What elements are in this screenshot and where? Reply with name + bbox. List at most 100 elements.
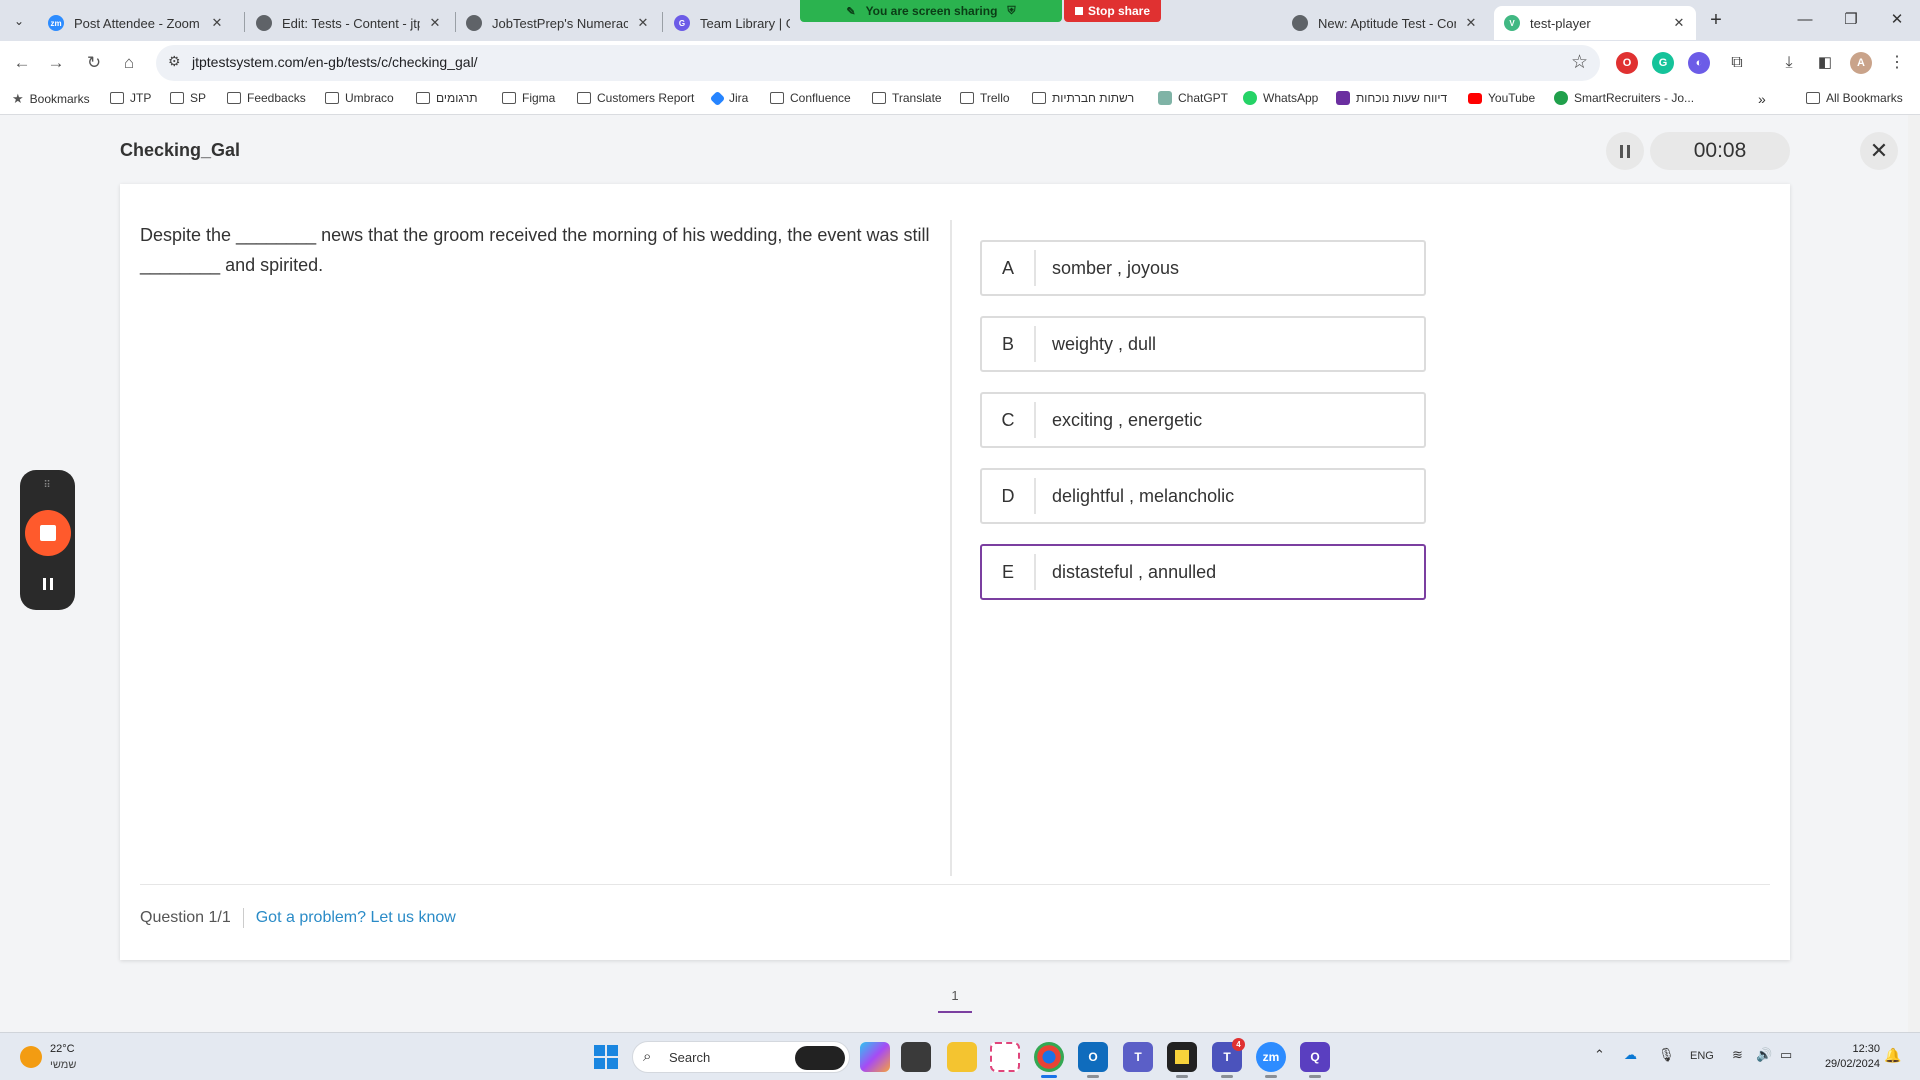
grammarly-icon[interactable]: G xyxy=(1652,52,1674,74)
answer-option-d[interactable]: D delightful , melancholic xyxy=(980,468,1426,524)
site-info-icon[interactable]: ⚙ xyxy=(168,53,181,70)
back-icon[interactable]: ← xyxy=(10,51,34,75)
youtube-icon xyxy=(1468,92,1482,104)
reload-icon[interactable]: ↻ xyxy=(82,51,106,75)
minimize-icon[interactable]: — xyxy=(1782,8,1828,32)
avatar[interactable]: A xyxy=(1850,52,1872,74)
bookmark-sp[interactable]: SP xyxy=(170,91,206,105)
close-tab-icon[interactable]: ✕ xyxy=(1672,15,1686,31)
chevron-up-icon[interactable]: ⌃ xyxy=(1594,1047,1605,1063)
bookmark-whatsapp[interactable]: WhatsApp xyxy=(1243,91,1318,105)
extension-purple-icon[interactable]: ◐ xyxy=(1688,52,1710,74)
weather-sun-icon[interactable] xyxy=(20,1046,42,1068)
answer-option-c[interactable]: C exciting , energetic xyxy=(980,392,1426,448)
bookmark-attendance[interactable]: דיווח שעות נוכחות xyxy=(1336,91,1447,105)
bookmark-jira[interactable]: Jira xyxy=(709,90,748,106)
tab-numeracy[interactable]: JobTestPrep's Numeracy F ✕ xyxy=(456,6,660,40)
chrome-icon[interactable] xyxy=(1034,1042,1064,1078)
tab-aptitude[interactable]: New: Aptitude Test - Cont ✕ xyxy=(1282,6,1488,40)
bookmark-all-bookmarks[interactable]: All Bookmarks xyxy=(1806,91,1903,105)
windows-start-icon[interactable] xyxy=(594,1045,618,1069)
task-view-icon[interactable] xyxy=(901,1042,931,1072)
close-test-button[interactable]: ✕ xyxy=(1860,132,1898,170)
bookmark-translations[interactable]: תרגומים xyxy=(416,91,478,105)
globe-icon xyxy=(466,15,482,31)
copilot-icon[interactable] xyxy=(860,1042,890,1072)
bookmark-umbraco[interactable]: Umbraco xyxy=(325,91,394,105)
teams-new-icon[interactable]: T4 xyxy=(1212,1038,1245,1078)
taskbar-search[interactable]: ⌕ Search xyxy=(632,1041,850,1073)
forward-icon[interactable]: → xyxy=(44,51,68,75)
more-menu-icon[interactable]: ⋮ xyxy=(1886,52,1908,74)
clock[interactable]: 12:30 29/02/2024 xyxy=(1808,1042,1880,1072)
bookmark-label: SmartRecruiters - Jo... xyxy=(1574,91,1695,105)
tab-search-button[interactable]: ⌄ xyxy=(8,10,30,32)
bookmark-trello[interactable]: Trello xyxy=(960,91,1010,105)
stop-share-button[interactable]: Stop share xyxy=(1064,0,1161,22)
answer-option-e[interactable]: E distasteful , annulled xyxy=(980,544,1426,600)
bookmark-label: רשתות חברתיות xyxy=(1052,91,1135,105)
report-problem-link[interactable]: Got a problem? Let us know xyxy=(256,909,456,927)
url-text[interactable]: jtptestsystem.com/en-gb/tests/c/checking… xyxy=(192,54,478,70)
tab-test-player[interactable]: V test-player ✕ xyxy=(1494,6,1696,40)
new-tab-button[interactable]: + xyxy=(1704,10,1728,30)
window-close-icon[interactable]: ✕ xyxy=(1874,8,1920,32)
onedrive-icon[interactable]: ☁ xyxy=(1624,1047,1637,1063)
bookmark-customers-report[interactable]: Customers Report xyxy=(577,91,694,105)
footer-divider xyxy=(140,884,1770,885)
bookmark-confluence[interactable]: Confluence xyxy=(770,91,851,105)
star-icon: ★ xyxy=(12,91,24,106)
answer-option-a[interactable]: A somber , joyous xyxy=(980,240,1426,296)
opera-icon[interactable]: O xyxy=(1616,52,1638,74)
pause-button[interactable] xyxy=(1606,132,1644,170)
bookmark-youtube[interactable]: YouTube xyxy=(1468,91,1535,105)
zoom-icon[interactable]: zm xyxy=(1256,1042,1286,1078)
weather-description[interactable]: שמשי xyxy=(50,1059,76,1071)
weather-temperature[interactable]: 22°C xyxy=(50,1043,75,1055)
bookmark-smartrecruiters[interactable]: SmartRecruiters - Jo... xyxy=(1554,91,1694,105)
page-indicator[interactable]: 1 xyxy=(938,988,972,1003)
outlook-icon[interactable]: O xyxy=(1078,1042,1108,1078)
tab-edit-tests[interactable]: Edit: Tests - Content - jtp ✕ xyxy=(246,6,452,40)
close-tab-icon[interactable]: ✕ xyxy=(636,15,650,31)
close-tab-icon[interactable]: ✕ xyxy=(210,15,224,31)
tab-title: JobTestPrep's Numeracy F xyxy=(492,15,628,31)
bookmark-label: Figma xyxy=(522,91,556,105)
stop-recording-button[interactable] xyxy=(25,510,71,556)
address-bar[interactable]: ⚙ jtptestsystem.com/en-gb/tests/c/checki… xyxy=(156,45,1600,81)
answer-option-b[interactable]: B weighty , dull xyxy=(980,316,1426,372)
screen-recorder-icon[interactable]: Q xyxy=(1300,1042,1330,1078)
wifi-icon[interactable]: ≋ xyxy=(1732,1047,1743,1063)
restore-icon[interactable]: ❐ xyxy=(1828,8,1874,32)
bookmark-social-networks[interactable]: רשתות חברתיות xyxy=(1032,91,1134,105)
bookmark-chatgpt[interactable]: ChatGPT xyxy=(1158,91,1228,105)
home-icon[interactable]: ⌂ xyxy=(117,51,141,75)
notification-bell-icon[interactable]: 🔔 xyxy=(1884,1047,1901,1064)
bookmark-bookmarks[interactable]: ★ Bookmarks xyxy=(12,91,90,107)
file-explorer-icon[interactable] xyxy=(947,1042,977,1072)
extensions-icon[interactable]: ⧉ xyxy=(1726,52,1748,74)
bookmark-star-icon[interactable]: ☆ xyxy=(1571,51,1588,74)
jira-icon xyxy=(709,90,726,106)
volume-icon[interactable]: 🔊 xyxy=(1756,1047,1772,1063)
close-tab-icon[interactable]: ✕ xyxy=(1464,15,1478,31)
close-tab-icon[interactable]: ✕ xyxy=(428,15,442,31)
teams-icon[interactable]: T xyxy=(1123,1042,1153,1072)
more-bookmarks-icon[interactable]: » xyxy=(1758,91,1766,107)
tab-glitter[interactable]: G Team Library | Glitter xyxy=(664,6,800,40)
tab-zoom[interactable]: zm Post Attendee - Zoom ✕ xyxy=(38,6,234,40)
page-scrollbar[interactable] xyxy=(1908,115,1920,1032)
bookmark-feedbacks[interactable]: Feedbacks xyxy=(227,91,306,105)
sticky-notes-icon[interactable] xyxy=(1167,1042,1197,1078)
side-panel-icon[interactable]: ◧ xyxy=(1814,52,1836,74)
download-icon[interactable]: ⤓ xyxy=(1778,52,1800,74)
bookmark-figma[interactable]: Figma xyxy=(502,91,555,105)
language-indicator[interactable]: ENG xyxy=(1690,1050,1714,1062)
battery-icon[interactable]: ▭ xyxy=(1780,1047,1792,1063)
bookmark-translate[interactable]: Translate xyxy=(872,91,942,105)
bookmark-jtp[interactable]: JTP xyxy=(110,91,151,105)
snipping-tool-icon[interactable] xyxy=(990,1042,1020,1072)
microphone-icon[interactable]: 🎙 xyxy=(1658,1047,1675,1063)
drag-handle-icon[interactable]: ⠿ xyxy=(20,480,75,491)
pause-recording-button[interactable] xyxy=(37,573,59,595)
